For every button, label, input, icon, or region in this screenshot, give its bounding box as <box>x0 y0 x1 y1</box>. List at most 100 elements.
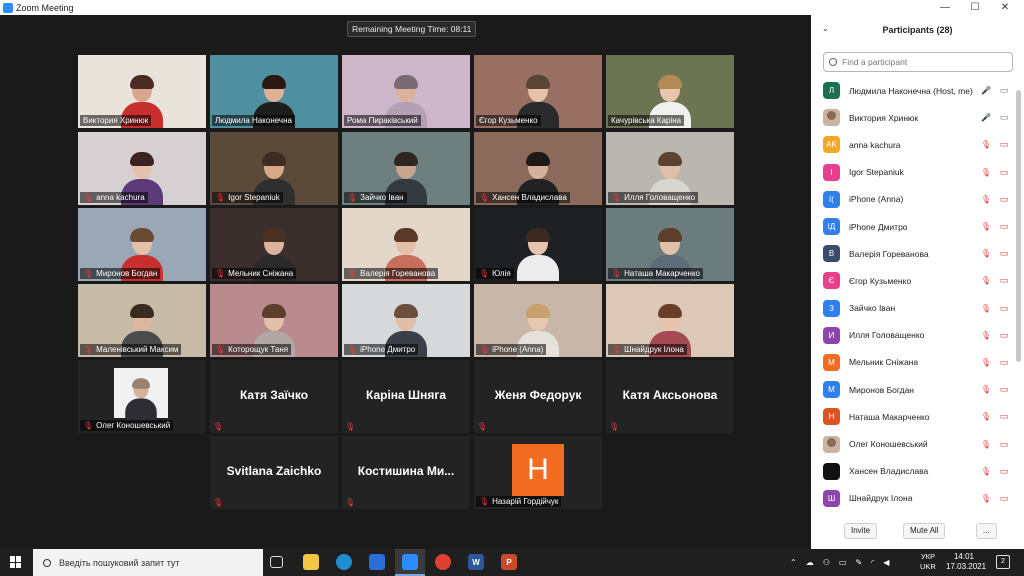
participant-row[interactable]: Хансен Владислава 🎙 ▭ <box>811 458 1015 485</box>
camera-icon[interactable]: ▭ <box>997 85 1011 96</box>
chrome-icon[interactable] <box>435 554 451 570</box>
camera-off-icon[interactable]: ▭ <box>997 493 1011 504</box>
more-options-button[interactable]: ... <box>976 523 997 539</box>
camera-off-icon[interactable]: ▭ <box>997 357 1011 368</box>
participant-row[interactable]: Н Наташа Макарченко 🎙 ▭ <box>811 403 1015 430</box>
camera-off-icon[interactable]: ▭ <box>997 466 1011 477</box>
language-indicator[interactable]: УКР UKR <box>920 552 936 572</box>
participant-row[interactable]: Є Єгор Кузьменко 🎙 ▭ <box>811 267 1015 294</box>
microphone-icon[interactable]: 🎤 <box>979 86 993 95</box>
participant-row[interactable]: AK anna kachura 🎙 ▭ <box>811 131 1015 158</box>
participant-row[interactable]: I Igor Stepaniuk 🎙 ▭ <box>811 159 1015 186</box>
camera-off-icon[interactable]: ▭ <box>997 221 1011 232</box>
microphone-muted-icon[interactable]: 🎙 <box>979 304 993 313</box>
microphone-muted-icon[interactable]: 🎙 <box>979 276 993 285</box>
video-tile[interactable]: Виктория Хринюк <box>78 55 206 128</box>
video-tile[interactable]: Карiна Шняга 🎙 <box>342 360 470 433</box>
video-tile[interactable]: Н 🎙 Назарiй Гордiйчук <box>474 436 602 509</box>
volume-icon[interactable]: ◀ <box>883 558 889 567</box>
close-button[interactable]: ✕ <box>990 0 1020 15</box>
participant-row[interactable]: Л Людмила Наконечна (Host, me) 🎤 ▭ <box>811 77 1015 104</box>
microphone-icon[interactable]: 🎤 <box>979 113 993 122</box>
pen-icon[interactable]: ✎ <box>855 558 862 567</box>
participant-row[interactable]: Виктория Хринюк 🎤 ▭ <box>811 104 1015 131</box>
participant-row[interactable]: IД iPhone Дмитро 🎙 ▭ <box>811 213 1015 240</box>
microphone-muted-icon[interactable]: 🎙 <box>979 249 993 258</box>
participant-search-input[interactable] <box>842 57 1002 67</box>
video-tile[interactable]: 🎙 Хансен Владислава <box>474 132 602 205</box>
camera-icon[interactable]: ▭ <box>997 112 1011 123</box>
microphone-muted-icon[interactable]: 🎙 <box>979 494 993 503</box>
microphone-muted-icon[interactable]: 🎙 <box>979 440 993 449</box>
camera-off-icon[interactable]: ▭ <box>997 194 1011 205</box>
participant-row[interactable]: I(iPhone (Anna) 🎙 ▭ <box>811 186 1015 213</box>
microphone-muted-icon[interactable]: 🎙 <box>979 331 993 340</box>
microphone-muted-icon[interactable]: 🎙 <box>979 140 993 149</box>
video-tile[interactable]: 🎙 Которощук Таня <box>210 284 338 357</box>
participant-row[interactable]: В Валерiя Гореванова 🎙 ▭ <box>811 240 1015 267</box>
video-tile[interactable]: 🎙 anna kachura <box>78 132 206 205</box>
participant-row[interactable]: И Илля Головащенко 🎙 ▭ <box>811 322 1015 349</box>
minimize-button[interactable]: — <box>930 0 960 15</box>
video-tile[interactable]: Костишина Ми... 🎙 <box>342 436 470 509</box>
taskbar-clock[interactable]: 14:01 17.03.2021 <box>946 552 986 572</box>
participant-row[interactable]: З Зайчко Iван 🎙 ▭ <box>811 295 1015 322</box>
taskbar-search[interactable]: Введiть пошуковий запит тут <box>33 549 263 576</box>
chevron-up-icon[interactable]: ⌃ <box>790 558 797 567</box>
video-tile[interactable]: 🎙 Зайчко Iван <box>342 132 470 205</box>
microphone-muted-icon[interactable]: 🎙 <box>979 168 993 177</box>
word-icon[interactable]: W <box>468 554 484 570</box>
participant-row[interactable]: Олег Коношевський 🎙 ▭ <box>811 430 1015 457</box>
video-tile[interactable]: 🎙 Олег Коношевський <box>78 360 206 433</box>
file-explorer-icon[interactable] <box>303 554 319 570</box>
zoom-icon[interactable] <box>402 554 418 570</box>
video-tile[interactable]: 🎙 Илля Головащенко <box>606 132 734 205</box>
mute-all-button[interactable]: Mute All <box>903 523 946 539</box>
video-tile[interactable]: 🎙 Маленiвський Максим <box>78 284 206 357</box>
camera-off-icon[interactable]: ▭ <box>997 303 1011 314</box>
battery-icon[interactable]: ▭ <box>839 558 847 567</box>
video-tile[interactable]: Рома Пиракiвський <box>342 55 470 128</box>
video-tile[interactable]: Людмила Наконечна <box>210 55 338 128</box>
video-tile[interactable]: 🎙 Igor Stepaniuk <box>210 132 338 205</box>
microphone-muted-icon[interactable]: 🎙 <box>979 222 993 231</box>
video-tile[interactable]: 🎙 Шнайдрук Iлона <box>606 284 734 357</box>
participant-row[interactable]: М Мельник Снiжана 🎙 ▭ <box>811 349 1015 376</box>
participant-list-scrollbar[interactable] <box>1016 90 1021 362</box>
video-tile[interactable]: 🎙 iPhone (Anna) <box>474 284 602 357</box>
camera-off-icon[interactable]: ▭ <box>997 411 1011 422</box>
camera-off-icon[interactable]: ▭ <box>997 139 1011 150</box>
powerpoint-icon[interactable]: P <box>501 554 517 570</box>
participant-row[interactable]: Ш Шнайдрук Iлона 🎙 ▭ <box>811 485 1015 512</box>
microphone-muted-icon[interactable]: 🎙 <box>979 358 993 367</box>
onedrive-icon[interactable]: ☁ <box>806 558 814 567</box>
video-tile[interactable]: Катя Заїчко 🎙 <box>210 360 338 433</box>
video-tile[interactable]: 🎙 Юлiя <box>474 208 602 281</box>
video-tile[interactable]: 🎙 Валерiя Горевановa <box>342 208 470 281</box>
video-tile[interactable]: Svitlana Zaichko 🎙 <box>210 436 338 509</box>
invite-button[interactable]: Invite <box>844 523 878 539</box>
chevron-down-icon[interactable]: ⌄ <box>822 24 829 33</box>
maximize-button[interactable]: ☐ <box>960 0 990 15</box>
camera-off-icon[interactable]: ▭ <box>997 167 1011 178</box>
microphone-muted-icon[interactable]: 🎙 <box>979 467 993 476</box>
camera-off-icon[interactable]: ▭ <box>997 248 1011 259</box>
notification-center-button[interactable]: 2 <box>996 555 1010 569</box>
video-tile[interactable]: Катя Аксьонова 🎙 <box>606 360 734 433</box>
camera-off-icon[interactable]: ▭ <box>997 439 1011 450</box>
edge-icon[interactable] <box>336 554 352 570</box>
wifi-icon[interactable]: ◜ <box>871 558 874 567</box>
camera-off-icon[interactable]: ▭ <box>997 330 1011 341</box>
video-tile[interactable]: Женя Федорук 🎙 <box>474 360 602 433</box>
participant-search[interactable] <box>823 52 1013 72</box>
windows-start-icon[interactable] <box>10 556 22 568</box>
microphone-muted-icon[interactable]: 🎙 <box>979 412 993 421</box>
task-view-icon[interactable] <box>270 556 283 568</box>
microphone-muted-icon[interactable]: 🎙 <box>979 385 993 394</box>
microphone-muted-icon[interactable]: 🎙 <box>979 195 993 204</box>
video-tile[interactable]: Качурiвська Карiна <box>606 55 734 128</box>
camera-off-icon[interactable]: ▭ <box>997 384 1011 395</box>
mail-icon[interactable] <box>369 554 385 570</box>
video-tile[interactable]: 🎙 Мельник Снiжана <box>210 208 338 281</box>
video-tile[interactable]: 🎙 Наташа Макарченко <box>606 208 734 281</box>
